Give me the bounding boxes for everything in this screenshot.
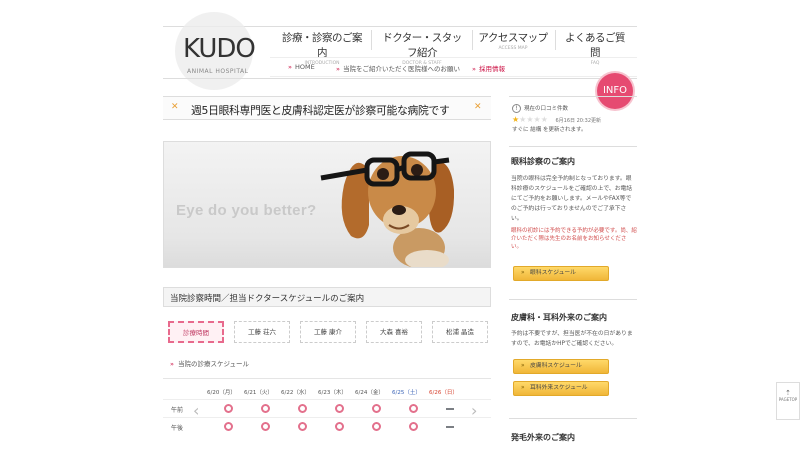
review-rating: ★★★★★ xyxy=(512,115,549,124)
day-header: 6/21（火） xyxy=(244,390,273,396)
star-icon: ★ xyxy=(533,115,541,124)
doctor-tab-kudo-kosuke[interactable]: 工藤 康介 xyxy=(300,321,356,343)
warning-icon: ! xyxy=(512,104,521,113)
chevron-right-icon: » xyxy=(472,65,476,73)
day-header: 6/23（木） xyxy=(318,390,347,396)
subnav-home-label: HOME xyxy=(294,63,315,71)
nav-sublabel: ACCESS MAP xyxy=(498,46,528,51)
open-circle-mark xyxy=(261,422,270,431)
closed-dash-mark xyxy=(446,426,454,428)
review-date: 6月16日 20:32更新 xyxy=(555,118,601,124)
subnav-referral-link[interactable]: » 当院をご紹介いただく医院様へのお願い xyxy=(336,63,460,73)
sidebar-divider xyxy=(509,146,637,147)
sidebar-divider xyxy=(509,299,637,300)
day-header: 6/24（金） xyxy=(355,390,384,396)
subnav-referral-label: 当院をご紹介いただく医院様へのお願い xyxy=(342,65,460,73)
review-text: すぐに 結構 を更新されます。 xyxy=(512,127,587,133)
subnav-recruit-label: 採用情報 xyxy=(478,65,505,73)
derm-schedule-button[interactable]: 皮膚科スケジュール xyxy=(513,359,609,374)
chevron-right-icon: » xyxy=(336,65,340,73)
nav-item-introduction[interactable]: 診療・診察のご案内 INTRODUCTION xyxy=(282,30,363,66)
open-circle-mark xyxy=(372,404,381,413)
open-circle-mark xyxy=(409,422,418,431)
hero-image[interactable]: Eye do you better? xyxy=(163,141,491,268)
eye-clinic-title: 眼科診察のご案内 xyxy=(511,157,575,166)
pagetop-label: PAGETOP xyxy=(778,397,798,402)
dermatology-section: 皮膚科・耳科外来のご案内 予約は不要ですが、担当医が不在の日がありますので、お電… xyxy=(511,312,637,349)
day-header: 6/22（水） xyxy=(281,390,310,396)
star-icon: ★ xyxy=(540,115,548,124)
schedule-legend: » 当院の診療スケジュール xyxy=(170,358,249,368)
doctor-tab-hours[interactable]: 診療時間 xyxy=(168,321,224,343)
schedule-table: ‹ › 6/20（月） 6/21（火） 6/22（水） 6/23（木） 6/24… xyxy=(163,378,491,436)
arrow-up-icon: ⇡ xyxy=(785,389,791,397)
nav-label: アクセスマップ xyxy=(478,32,548,44)
logo[interactable]: KUDO ANIMAL HOSPITAL xyxy=(165,12,265,90)
review-title-row: ! 現在の口コミ件数 xyxy=(512,104,636,113)
day-header: 6/20（月） xyxy=(207,390,236,396)
open-circle-mark xyxy=(261,404,270,413)
open-circle-mark xyxy=(224,404,233,413)
headline-text: 週5日眼科専門医と皮膚科認定医が診察可能な病院です xyxy=(191,104,450,117)
sidebar-divider xyxy=(509,96,637,97)
row-label-morning: 午前 xyxy=(171,407,184,414)
pagetop-button[interactable]: ⇡ PAGETOP xyxy=(776,382,800,420)
doctor-tab-kudo-soroku[interactable]: 工藤 荘六 xyxy=(234,321,290,343)
open-circle-mark xyxy=(298,422,307,431)
schedule-heading-bar: 当院診察時間／担当ドクタースケジュールのご案内 xyxy=(163,287,491,307)
eye-clinic-section: 眼科診察のご案内 当院の眼科は完全予約制となっております。眼科診療のスケジュール… xyxy=(511,156,637,251)
open-circle-mark xyxy=(409,404,418,413)
ear-schedule-button[interactable]: 耳科外来スケジュール xyxy=(513,381,609,396)
open-circle-mark xyxy=(335,404,344,413)
row-divider xyxy=(163,399,491,400)
logo-text: KUDO xyxy=(183,34,256,64)
chevron-right-icon: » xyxy=(288,63,292,71)
nav-label: ドクター・スタッフ紹介 xyxy=(382,32,462,59)
eye-clinic-note: 眼科の初診には予約できる予約が必要です。尚、紹介いただく際は先生のお名前をお知ら… xyxy=(511,228,637,250)
chevron-right-icon: » xyxy=(170,360,174,368)
row-label-afternoon: 午後 xyxy=(171,425,184,432)
doctor-tab-matsuura[interactable]: 松浦 晶造 xyxy=(432,321,488,343)
open-circle-mark xyxy=(298,404,307,413)
decor-x-icon: ✕ xyxy=(474,102,482,112)
nav-separator xyxy=(371,30,372,50)
dog-with-glasses-illustration xyxy=(320,151,455,267)
schedule-legend-label: 当院の診療スケジュール xyxy=(177,360,250,368)
nav-label: よくあるご質問 xyxy=(565,32,626,59)
nav-separator xyxy=(472,30,473,50)
logo-subtext: ANIMAL HOSPITAL xyxy=(187,68,249,75)
decor-x-icon: ✕ xyxy=(171,102,179,112)
nav-item-access-map[interactable]: アクセスマップ ACCESS MAP xyxy=(478,30,548,52)
hair-clinic-title: 発毛外来のご案内 xyxy=(511,433,575,442)
eye-clinic-text: 当院の眼科は完全予約制となっております。眼科診療のスケジュールをご確認の上で、お… xyxy=(511,176,633,222)
review-title: 現在の口コミ件数 xyxy=(524,106,569,112)
eye-schedule-button[interactable]: 眼科スケジュール xyxy=(513,266,609,281)
hero-text: Eye do you better? xyxy=(176,202,317,219)
doctor-tab-omori[interactable]: 大森 喜裕 xyxy=(366,321,422,343)
review-box: ! 現在の口コミ件数 ★★★★★ 6月16日 20:32更新 すぐに 結構 を更新… xyxy=(512,104,636,133)
day-header: 6/26（日） xyxy=(429,390,458,396)
dermatology-title: 皮膚科・耳科外来のご案内 xyxy=(511,313,607,322)
dermatology-text: 予約は不要ですが、担当医が不在の日がありますので、お電話かHPでご確認ください。 xyxy=(511,331,633,347)
nav-item-faq[interactable]: よくあるご質問 FAQ xyxy=(561,30,629,66)
headline-banner: ✕ 週5日眼科専門医と皮膚科認定医が診察可能な病院です ✕ xyxy=(163,96,491,120)
open-circle-mark xyxy=(335,422,344,431)
nav-item-doctor-staff[interactable]: ドクター・スタッフ紹介 DOCTOR & STAFF xyxy=(380,30,464,66)
subnav-home-link[interactable]: » HOME xyxy=(288,63,315,71)
sidebar-divider xyxy=(509,418,637,419)
day-header: 6/25（土） xyxy=(392,390,421,396)
row-divider xyxy=(163,417,491,418)
header-bottom-line xyxy=(163,78,637,79)
review-stars-row: ★★★★★ 6月16日 20:32更新 xyxy=(512,115,636,124)
open-circle-mark xyxy=(224,422,233,431)
closed-dash-mark xyxy=(446,408,454,410)
schedule-title: 当院診察時間／担当ドクタースケジュールのご案内 xyxy=(170,294,365,304)
star-icon: ★ xyxy=(526,115,534,124)
nav-separator xyxy=(555,30,556,50)
open-circle-mark xyxy=(372,422,381,431)
subnav-recruit-link[interactable]: » 採用情報 xyxy=(472,63,505,73)
nav-label: 診療・診察のご案内 xyxy=(282,32,363,59)
